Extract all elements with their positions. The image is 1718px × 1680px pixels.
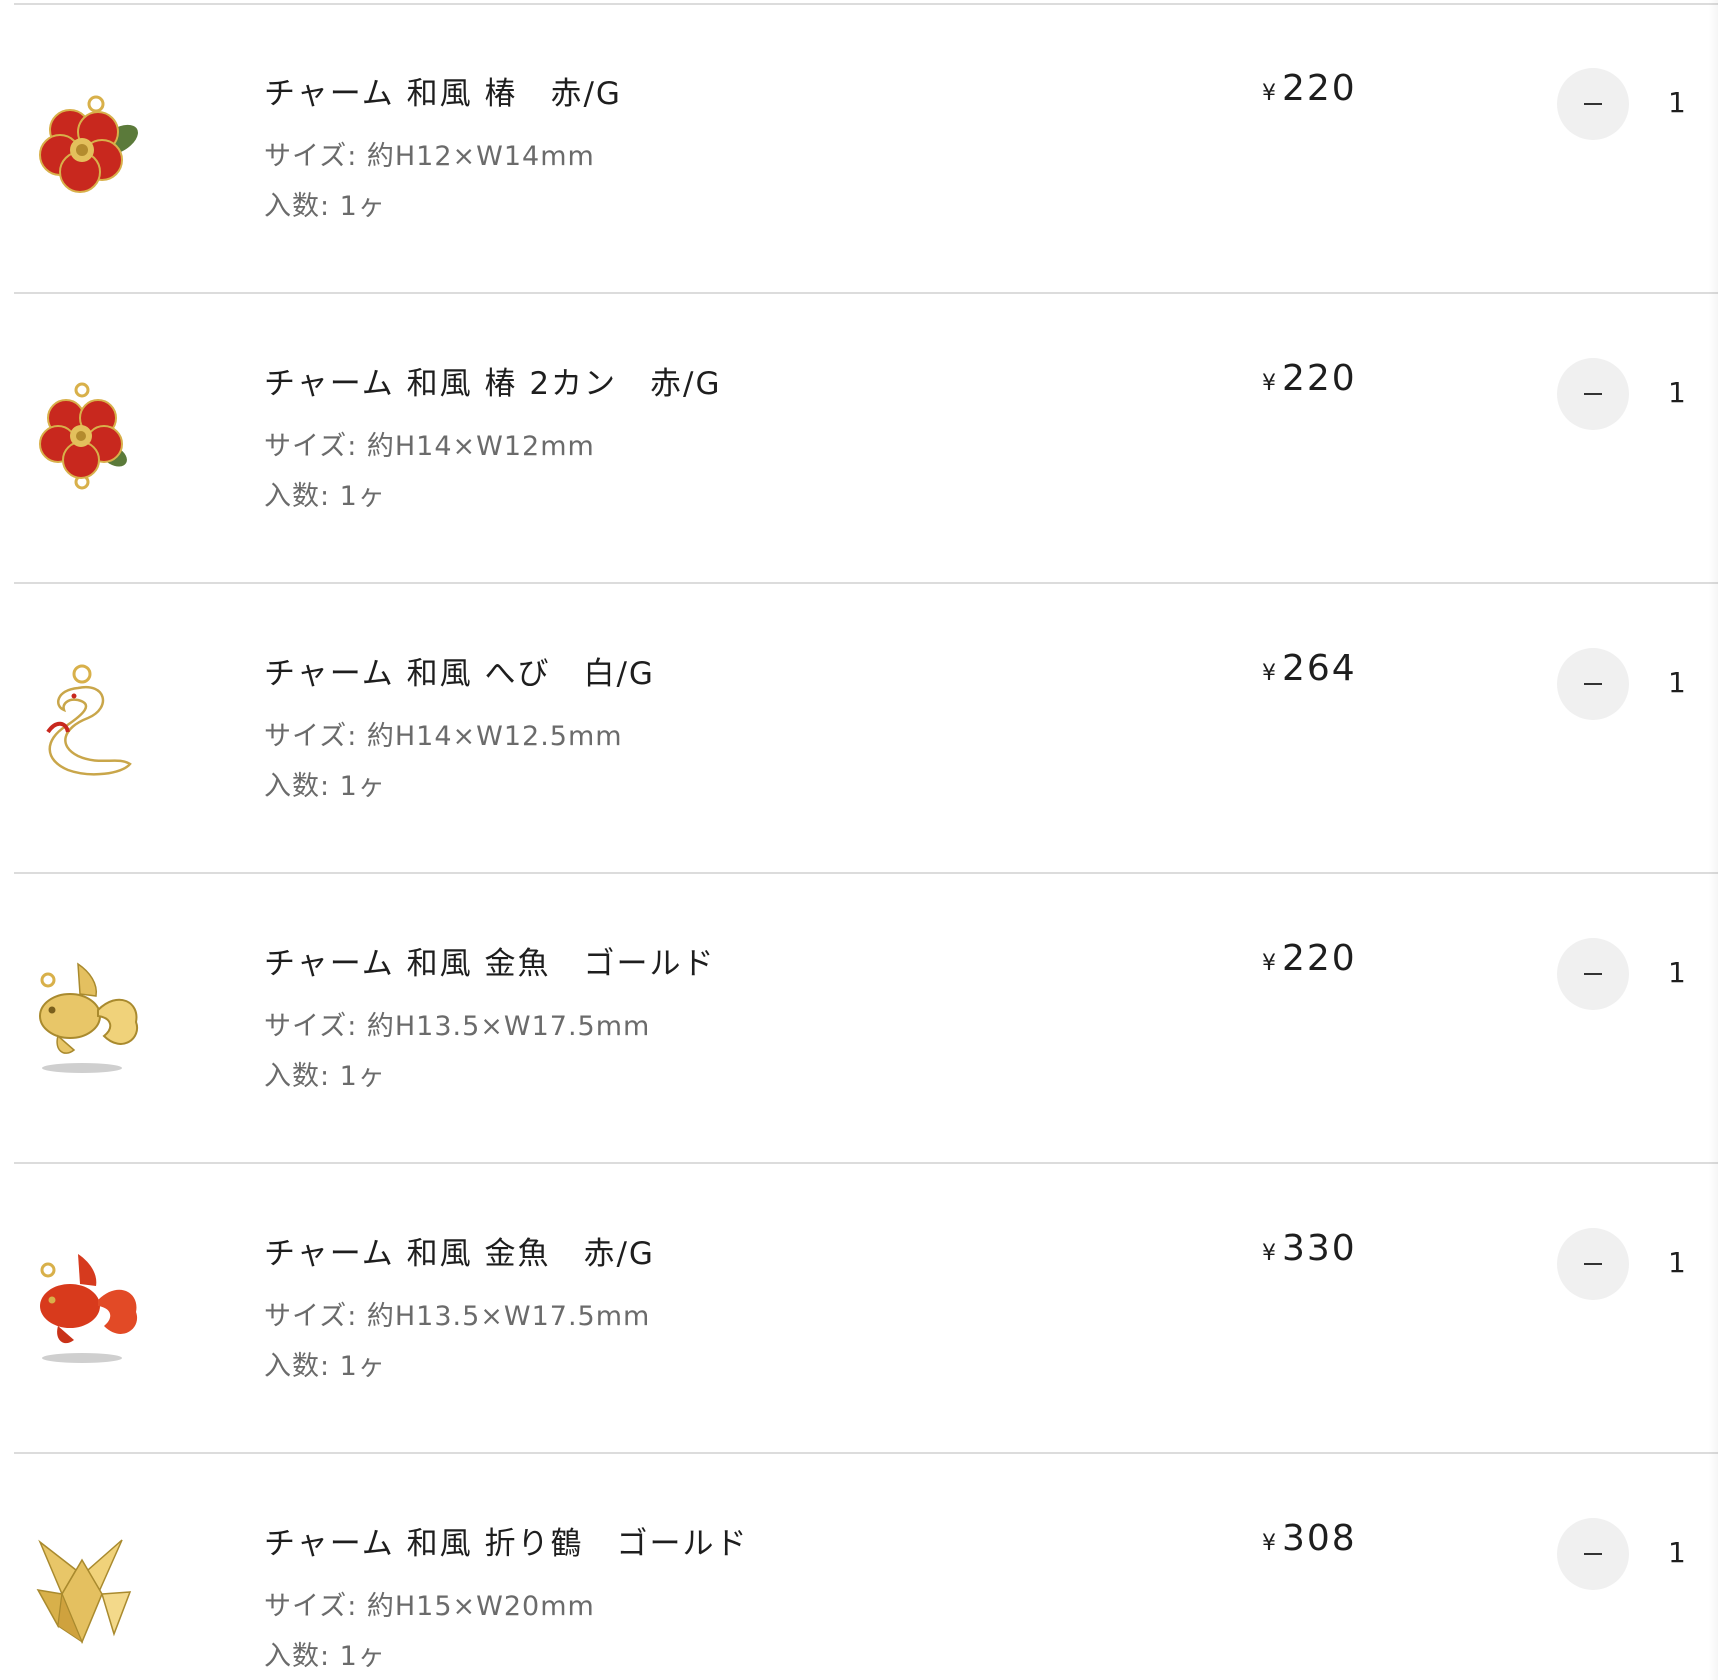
camellia-charm-icon[interactable] (18, 80, 148, 210)
cart-item: チャーム 和風 金魚 ゴールド サイズ: 約H13.5×W17.5mm 入数: … (0, 874, 1718, 1164)
minus-icon (1584, 973, 1602, 975)
currency-symbol: ¥ (1262, 661, 1276, 686)
quantity-value: 1 (1668, 1536, 1686, 1569)
item-price: ¥ 220 (1262, 68, 1357, 112)
item-name[interactable]: チャーム 和風 折り鶴 ゴールド (264, 1518, 748, 1563)
decrease-quantity-button[interactable] (1557, 648, 1629, 720)
item-pack-count: 入数: 1ヶ (264, 481, 386, 512)
price-value: 330 (1282, 1228, 1357, 1269)
decrease-quantity-button[interactable] (1557, 358, 1629, 430)
decrease-quantity-button[interactable] (1557, 1228, 1629, 1300)
cart-item: チャーム 和風 金魚 赤/G サイズ: 約H13.5×W17.5mm 入数: 1… (0, 1164, 1718, 1454)
item-price: ¥ 220 (1262, 358, 1357, 402)
price-value: 308 (1282, 1518, 1357, 1559)
price-value: 220 (1282, 68, 1357, 109)
minus-icon (1584, 1263, 1602, 1265)
decrease-quantity-button[interactable] (1557, 938, 1629, 1010)
cart-item: チャーム 和風 椿 赤/G サイズ: 約H12×W14mm 入数: 1ヶ ¥ 2… (0, 4, 1718, 294)
currency-symbol: ¥ (1262, 951, 1276, 976)
goldfish-red-charm-icon[interactable] (18, 1240, 148, 1370)
item-pack-count: 入数: 1ヶ (264, 1061, 386, 1092)
price-value: 220 (1282, 358, 1357, 399)
currency-symbol: ¥ (1262, 81, 1276, 106)
item-name[interactable]: チャーム 和風 へび 白/G (264, 648, 655, 693)
currency-symbol: ¥ (1262, 1531, 1276, 1556)
minus-icon (1584, 683, 1602, 685)
item-name[interactable]: チャーム 和風 金魚 ゴールド (264, 938, 715, 983)
item-name[interactable]: チャーム 和風 椿 2カン 赤/G (264, 358, 722, 403)
quantity-value: 1 (1668, 666, 1686, 699)
item-size: サイズ: 約H14×W12.5mm (264, 721, 623, 752)
minus-icon (1584, 393, 1602, 395)
item-pack-count: 入数: 1ヶ (264, 771, 386, 802)
scroll-edge-shadow (1708, 0, 1718, 1680)
cart-item: チャーム 和風 へび 白/G サイズ: 約H14×W12.5mm 入数: 1ヶ … (0, 584, 1718, 874)
cart-item: チャーム 和風 椿 2カン 赤/G サイズ: 約H14×W12mm 入数: 1ヶ… (0, 294, 1718, 584)
cart-item-list: チャーム 和風 椿 赤/G サイズ: 約H12×W14mm 入数: 1ヶ ¥ 2… (0, 0, 1718, 1680)
quantity-value: 1 (1668, 86, 1686, 119)
goldfish-gold-charm-icon[interactable] (18, 950, 148, 1080)
item-size: サイズ: 約H15×W20mm (264, 1591, 595, 1622)
snake-charm-icon[interactable] (18, 660, 148, 790)
item-size: サイズ: 約H12×W14mm (264, 141, 595, 172)
quantity-value: 1 (1668, 376, 1686, 409)
decrease-quantity-button[interactable] (1557, 68, 1629, 140)
currency-symbol: ¥ (1262, 371, 1276, 396)
item-name[interactable]: チャーム 和風 椿 赤/G (264, 68, 622, 113)
item-size: サイズ: 約H13.5×W17.5mm (264, 1011, 651, 1042)
currency-symbol: ¥ (1262, 1241, 1276, 1266)
item-size: サイズ: 約H13.5×W17.5mm (264, 1301, 651, 1332)
item-size: サイズ: 約H14×W12mm (264, 431, 595, 462)
item-name[interactable]: チャーム 和風 金魚 赤/G (264, 1228, 655, 1273)
item-price: ¥ 264 (1262, 648, 1357, 692)
item-price: ¥ 220 (1262, 938, 1357, 982)
price-value: 264 (1282, 648, 1357, 689)
item-pack-count: 入数: 1ヶ (264, 1641, 386, 1672)
item-price: ¥ 330 (1262, 1228, 1357, 1272)
item-price: ¥ 308 (1262, 1518, 1357, 1562)
minus-icon (1584, 1553, 1602, 1555)
quantity-value: 1 (1668, 1246, 1686, 1279)
item-pack-count: 入数: 1ヶ (264, 1351, 386, 1382)
price-value: 220 (1282, 938, 1357, 979)
cart-item: チャーム 和風 折り鶴 ゴールド サイズ: 約H15×W20mm 入数: 1ヶ … (0, 1454, 1718, 1680)
decrease-quantity-button[interactable] (1557, 1518, 1629, 1590)
camellia-connector-charm-icon[interactable] (18, 370, 148, 500)
minus-icon (1584, 103, 1602, 105)
item-pack-count: 入数: 1ヶ (264, 191, 386, 222)
origami-crane-charm-icon[interactable] (18, 1530, 148, 1660)
quantity-value: 1 (1668, 956, 1686, 989)
